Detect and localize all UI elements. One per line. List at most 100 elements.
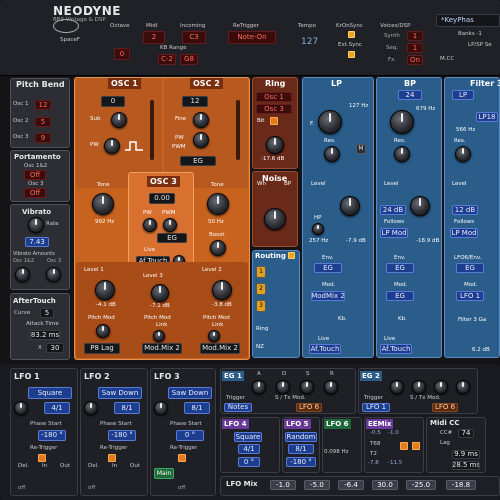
- filter3-res-knob[interactable]: [455, 146, 471, 162]
- bp-env-value[interactable]: EG: [386, 263, 414, 273]
- vibrato-rate-knob[interactable]: [28, 217, 44, 233]
- lfo4-rate[interactable]: 4/1: [238, 444, 260, 454]
- bp-hp-value[interactable]: 24 dB: [380, 205, 406, 215]
- filter3-type[interactable]: LP: [452, 90, 474, 100]
- bp-live-value[interactable]: Af.Touch: [380, 344, 412, 354]
- lfo5-wave[interactable]: Random: [285, 432, 317, 442]
- osc2-level-knob[interactable]: [212, 280, 232, 300]
- eg2-d-knob[interactable]: [412, 380, 426, 394]
- lp-live-value[interactable]: Af.Touch: [309, 344, 341, 354]
- incoming-display[interactable]: C3: [182, 31, 206, 44]
- osc3-pw-knob[interactable]: [143, 218, 157, 232]
- preset-name[interactable]: *KeyPhas: [436, 14, 500, 27]
- filter3-lfo-value[interactable]: EG: [456, 263, 484, 273]
- seq-display[interactable]: 1: [407, 43, 423, 53]
- lfo3-main-button[interactable]: Main: [154, 468, 174, 479]
- routing-1[interactable]: 1: [256, 266, 266, 278]
- osc3-eg-value[interactable]: EG: [157, 233, 187, 243]
- lfo2-wave[interactable]: Saw Down: [98, 387, 142, 399]
- lfo5-rate[interactable]: 8/1: [288, 444, 314, 454]
- osc2-pitchmod-value[interactable]: Mod.Mix 2: [200, 343, 240, 354]
- lfo2-rate[interactable]: 8/1: [114, 402, 140, 414]
- tempo-value[interactable]: 127: [301, 38, 318, 47]
- kb-range-high[interactable]: G8: [180, 54, 198, 65]
- lfo4-phase[interactable]: 0 °: [238, 457, 260, 467]
- eg2-s-knob[interactable]: [434, 380, 448, 394]
- synth-display[interactable]: 1: [407, 31, 423, 41]
- mix-value-1[interactable]: -1.0: [270, 480, 296, 490]
- eemix-toggle-2[interactable]: [412, 442, 420, 450]
- lfo3-phase-value[interactable]: 0 °: [176, 430, 204, 441]
- ring-osc1[interactable]: Osc 1: [256, 92, 292, 102]
- at-x-value[interactable]: 30: [46, 343, 64, 353]
- osc1-sub-knob[interactable]: [111, 112, 127, 128]
- osc2-pitchmod-knob[interactable]: [208, 330, 220, 342]
- eg1-a-knob[interactable]: [252, 380, 266, 394]
- lp-freq-knob[interactable]: [318, 110, 342, 134]
- osc1-tone-knob[interactable]: [92, 193, 114, 215]
- lp-env-value[interactable]: EG: [314, 263, 342, 273]
- osc3-value[interactable]: 0.00: [149, 193, 175, 204]
- osc3-pitchmod-knob[interactable]: [153, 330, 165, 342]
- eg1-r-knob[interactable]: [324, 380, 338, 394]
- routing-3[interactable]: 3: [256, 300, 266, 312]
- mix-value-2[interactable]: -5.0: [304, 480, 330, 490]
- lfo2-rate-knob[interactable]: [84, 401, 98, 415]
- osc2-eg-value[interactable]: EG: [180, 156, 216, 166]
- extsync-led[interactable]: [348, 51, 355, 58]
- filter3-follows-value[interactable]: LP Mod: [450, 228, 478, 238]
- bp-freq-knob[interactable]: [390, 110, 414, 134]
- porta-row2-value[interactable]: Off: [24, 188, 46, 198]
- at-curve-value[interactable]: 5: [40, 308, 54, 318]
- eg1-mod-value[interactable]: LFO 6: [296, 403, 322, 412]
- eg2-mod-value[interactable]: LFO 6: [432, 403, 458, 412]
- osc1-pw-knob[interactable]: [104, 138, 120, 154]
- mix-value-6[interactable]: -18.8: [446, 480, 476, 490]
- osc1-fader[interactable]: [150, 100, 154, 160]
- lfo1-wave[interactable]: Square: [28, 387, 72, 399]
- bp-follows-value[interactable]: LP Mod: [380, 228, 408, 238]
- bp-level-knob[interactable]: [410, 196, 430, 216]
- ring-osc3[interactable]: Osc 3: [256, 104, 292, 114]
- lfo3-rate-knob[interactable]: [154, 401, 168, 415]
- filter3-mode[interactable]: LP18: [476, 112, 498, 122]
- lp-mod-value[interactable]: ModMix 2: [311, 291, 345, 301]
- at-attack-value[interactable]: 83.2 ms: [30, 330, 60, 340]
- lfo1-rate-knob[interactable]: [14, 401, 28, 415]
- eg2-a-knob[interactable]: [390, 380, 404, 394]
- mix-value-3[interactable]: -6.4: [338, 480, 364, 490]
- vibrato-rate-value[interactable]: 7.43: [25, 237, 49, 247]
- midicc-val1[interactable]: 9.9 ms: [452, 450, 480, 459]
- osc3-pwm-knob[interactable]: [163, 218, 177, 232]
- pb-osc2-value[interactable]: 5: [35, 117, 51, 127]
- eg1-s-knob[interactable]: [300, 380, 314, 394]
- lfo1-phase-value[interactable]: -180 °: [38, 430, 66, 441]
- ring-level-knob[interactable]: [266, 136, 284, 154]
- lfo3-retrigger-toggle[interactable]: [178, 454, 186, 462]
- osc2-fader[interactable]: [236, 100, 240, 160]
- lfo1-retrigger-toggle[interactable]: [38, 454, 46, 462]
- osc1-pitchmod-value[interactable]: P8 Lag: [84, 343, 120, 354]
- osc2-fine-knob[interactable]: [193, 112, 209, 128]
- lp-m-button[interactable]: M: [356, 144, 366, 154]
- pb-osc1-value[interactable]: 12: [35, 100, 51, 110]
- eg1-trigger-value[interactable]: Notes: [224, 403, 252, 412]
- octave-display[interactable]: 0: [114, 48, 130, 60]
- lfo1-rate[interactable]: 4/1: [44, 402, 70, 414]
- lfo2-phase-value[interactable]: -180 °: [108, 430, 136, 441]
- osc3-pitchmod-value[interactable]: Mod.Mix 2: [142, 343, 182, 354]
- osc2-pw-knob[interactable]: [193, 132, 209, 148]
- osc2-tone-knob[interactable]: [207, 193, 229, 215]
- kronsync-led[interactable]: [348, 31, 355, 38]
- ring-bit-toggle[interactable]: [270, 117, 278, 125]
- bp-value[interactable]: 24: [398, 90, 422, 100]
- lfo3-rate[interactable]: 8/1: [184, 402, 210, 414]
- noise-knob[interactable]: [264, 208, 286, 230]
- vibrato-amount-1-knob[interactable]: [15, 267, 30, 282]
- bp-res-knob[interactable]: [394, 146, 410, 162]
- lp-hp-knob[interactable]: [312, 223, 324, 235]
- fx-display[interactable]: On: [407, 55, 423, 65]
- filter3-hp-value[interactable]: 12 dB: [452, 205, 478, 215]
- kb-range-low[interactable]: C-2: [158, 54, 176, 65]
- routing-2[interactable]: 2: [256, 283, 266, 295]
